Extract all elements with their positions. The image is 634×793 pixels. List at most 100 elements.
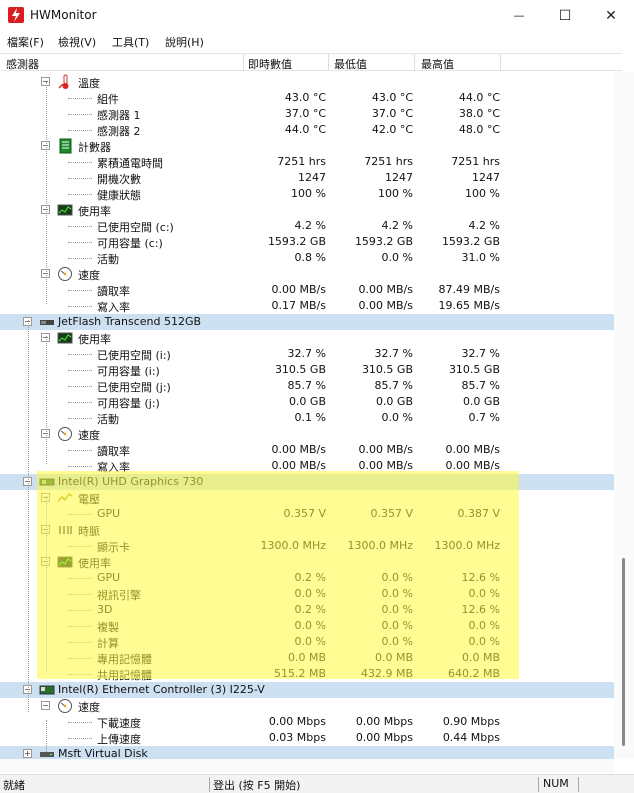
sensor-row[interactable]: 上傳速度 0.03 Mbps 0.00 Mbps 0.44 Mbps [0, 730, 614, 746]
menu-tools[interactable]: 工具(T) [112, 34, 149, 50]
max-value: 0.7 % [468, 411, 500, 424]
menu-bar: 檔案(F) 檢視(V) 工具(T) 說明(H) [0, 31, 634, 51]
sensor-row[interactable]: 開機次數 1247 1247 1247 [0, 170, 614, 186]
sensor-group-row[interactable]: − 速度 [0, 698, 614, 714]
row-label: 已使用空間 (i:) [97, 349, 171, 362]
column-max[interactable]: 最高值 [421, 56, 454, 72]
minimize-button[interactable]: — [496, 0, 542, 31]
utilization-icon [57, 554, 73, 570]
menu-view[interactable]: 檢視(V) [58, 34, 96, 50]
max-value: 12.6 % [461, 571, 500, 584]
usb-drive-icon [39, 314, 55, 330]
sensor-row[interactable]: 專用記憶體 0.0 MB 0.0 MB 0.0 MB [0, 650, 614, 666]
column-min[interactable]: 最低值 [334, 56, 367, 72]
device-row[interactable]: − Intel(R) Ethernet Controller (3) I225-V [0, 682, 614, 698]
sensor-row[interactable]: GPU 0.357 V 0.357 V 0.387 V [0, 506, 614, 522]
sensor-row[interactable]: 感測器 1 37.0 °C 37.0 °C 38.0 °C [0, 106, 614, 122]
sensor-row[interactable]: 活動 0.8 % 0.0 % 31.0 % [0, 250, 614, 266]
sensor-row[interactable]: GPU 0.2 % 0.0 % 12.6 % [0, 570, 614, 586]
current-value: 0.0 % [294, 587, 326, 600]
sensor-tree[interactable]: − 溫度 組件 43.0 °C 43.0 °C 44.0 °C 感測器 1 37.0 °C 37… [0, 72, 614, 759]
sensor-group-row[interactable]: − 時脈 [0, 522, 614, 538]
sensor-row[interactable]: 可用容量 (i:) 310.5 GB 310.5 GB 310.5 GB [0, 362, 614, 378]
tree-connector [68, 354, 92, 355]
sensor-row[interactable]: 感測器 2 44.0 °C 42.0 °C 48.0 °C [0, 122, 614, 138]
horizontal-scrollbar[interactable] [0, 759, 614, 773]
tree-connector [68, 514, 92, 515]
min-value: 42.0 °C [371, 123, 413, 136]
current-value: 32.7 % [287, 347, 326, 360]
sensor-group-row[interactable]: − 計數器 [0, 138, 614, 154]
sensor-group-row[interactable]: − 速度 [0, 426, 614, 442]
title-bar: HWMonitor — ☐ ✕ [0, 0, 634, 31]
max-value: 1593.2 GB [441, 235, 500, 248]
sensor-group-row[interactable]: − 溫度 [0, 74, 614, 90]
status-num-lock: NUM [543, 777, 569, 790]
column-sensor[interactable]: 感測器 [6, 56, 39, 72]
sensor-row[interactable]: 3D 0.2 % 0.0 % 12.6 % [0, 602, 614, 618]
sensor-row[interactable]: 累積通電時間 7251 hrs 7251 hrs 7251 hrs [0, 154, 614, 170]
sensor-row[interactable]: 健康狀態 100 % 100 % 100 % [0, 186, 614, 202]
current-value: 43.0 °C [284, 91, 326, 104]
current-value: 310.5 GB [274, 363, 326, 376]
min-value: 0.00 Mbps [355, 715, 413, 728]
min-value: 0.00 MB/s [358, 443, 413, 456]
row-label: 專用記憶體 [97, 653, 152, 666]
device-row[interactable]: + Msft Virtual Disk [0, 746, 614, 759]
current-value: 0.0 % [294, 635, 326, 648]
sensor-row[interactable]: 讀取率 0.00 MB/s 0.00 MB/s 0.00 MB/s [0, 442, 614, 458]
sensor-row[interactable]: 已使用空間 (j:) 85.7 % 85.7 % 85.7 % [0, 378, 614, 394]
sensor-group-row[interactable]: − 使用率 [0, 330, 614, 346]
device-row[interactable]: − Intel(R) UHD Graphics 730 [0, 474, 614, 490]
scrollbar-thumb[interactable] [622, 558, 625, 746]
tree-connector [68, 450, 92, 451]
sensor-row[interactable]: 組件 43.0 °C 43.0 °C 44.0 °C [0, 90, 614, 106]
row-label: 電壓 [78, 493, 100, 506]
disk-icon [39, 746, 55, 759]
row-label: 使用率 [78, 333, 111, 346]
row-label: 下載速度 [97, 717, 141, 730]
sensor-group-row[interactable]: − 使用率 [0, 202, 614, 218]
device-row[interactable]: − JetFlash Transcend 512GB [0, 314, 614, 330]
sensor-row[interactable]: 視訊引擎 0.0 % 0.0 % 0.0 % [0, 586, 614, 602]
sensor-row[interactable]: 已使用空間 (i:) 32.7 % 32.7 % 32.7 % [0, 346, 614, 362]
vertical-scrollbar[interactable] [614, 72, 634, 759]
sensor-row[interactable]: 共用記憶體 515.2 MB 432.9 MB 640.2 MB [0, 666, 614, 682]
sensor-row[interactable]: 可用容量 (c:) 1593.2 GB 1593.2 GB 1593.2 GB [0, 234, 614, 250]
sensor-row[interactable]: 顯示卡 1300.0 MHz 1300.0 MHz 1300.0 MHz [0, 538, 614, 554]
close-button[interactable]: ✕ [588, 0, 634, 31]
sensor-row[interactable]: 寫入率 0.00 MB/s 0.00 MB/s 0.00 MB/s [0, 458, 614, 474]
sensor-group-row[interactable]: − 使用率 [0, 554, 614, 570]
sensor-row[interactable]: 讀取率 0.00 MB/s 0.00 MB/s 87.49 MB/s [0, 282, 614, 298]
max-value: 85.7 % [461, 379, 500, 392]
sensor-row[interactable]: 複製 0.0 % 0.0 % 0.0 % [0, 618, 614, 634]
min-value: 432.9 MB [360, 667, 413, 680]
maximize-button[interactable]: ☐ [542, 0, 588, 31]
row-label: 複製 [97, 621, 119, 634]
row-label: 已使用空間 (c:) [97, 221, 174, 234]
collapse-icon[interactable]: − [41, 701, 50, 710]
current-value: 0.8 % [294, 251, 326, 264]
sensor-group-row[interactable]: − 速度 [0, 266, 614, 282]
min-value: 37.0 °C [371, 107, 413, 120]
row-label: 時脈 [78, 525, 100, 538]
sensor-row[interactable]: 寫入率 0.17 MB/s 0.00 MB/s 19.65 MB/s [0, 298, 614, 314]
column-value[interactable]: 即時數值 [248, 56, 292, 72]
menu-file[interactable]: 檔案(F) [7, 34, 44, 50]
menu-help[interactable]: 說明(H) [165, 34, 204, 50]
sensor-row[interactable]: 已使用空間 (c:) 4.2 % 4.2 % 4.2 % [0, 218, 614, 234]
current-value: 0.00 MB/s [271, 443, 326, 456]
sensor-row[interactable]: 活動 0.1 % 0.0 % 0.7 % [0, 410, 614, 426]
row-label: 可用容量 (c:) [97, 237, 163, 250]
sensor-group-row[interactable]: − 電壓 [0, 490, 614, 506]
row-label: 使用率 [78, 557, 111, 570]
sensor-row[interactable]: 計算 0.0 % 0.0 % 0.0 % [0, 634, 614, 650]
utilization-icon [57, 202, 73, 218]
row-label: JetFlash Transcend 512GB [58, 315, 202, 328]
sensor-row[interactable]: 可用容量 (j:) 0.0 GB 0.0 GB 0.0 GB [0, 394, 614, 410]
max-value: 38.0 °C [458, 107, 500, 120]
max-value: 0.0 MB [461, 651, 500, 664]
sensor-row[interactable]: 下載速度 0.00 Mbps 0.00 Mbps 0.90 Mbps [0, 714, 614, 730]
expand-icon[interactable]: + [23, 749, 32, 758]
clock-icon [57, 522, 73, 538]
